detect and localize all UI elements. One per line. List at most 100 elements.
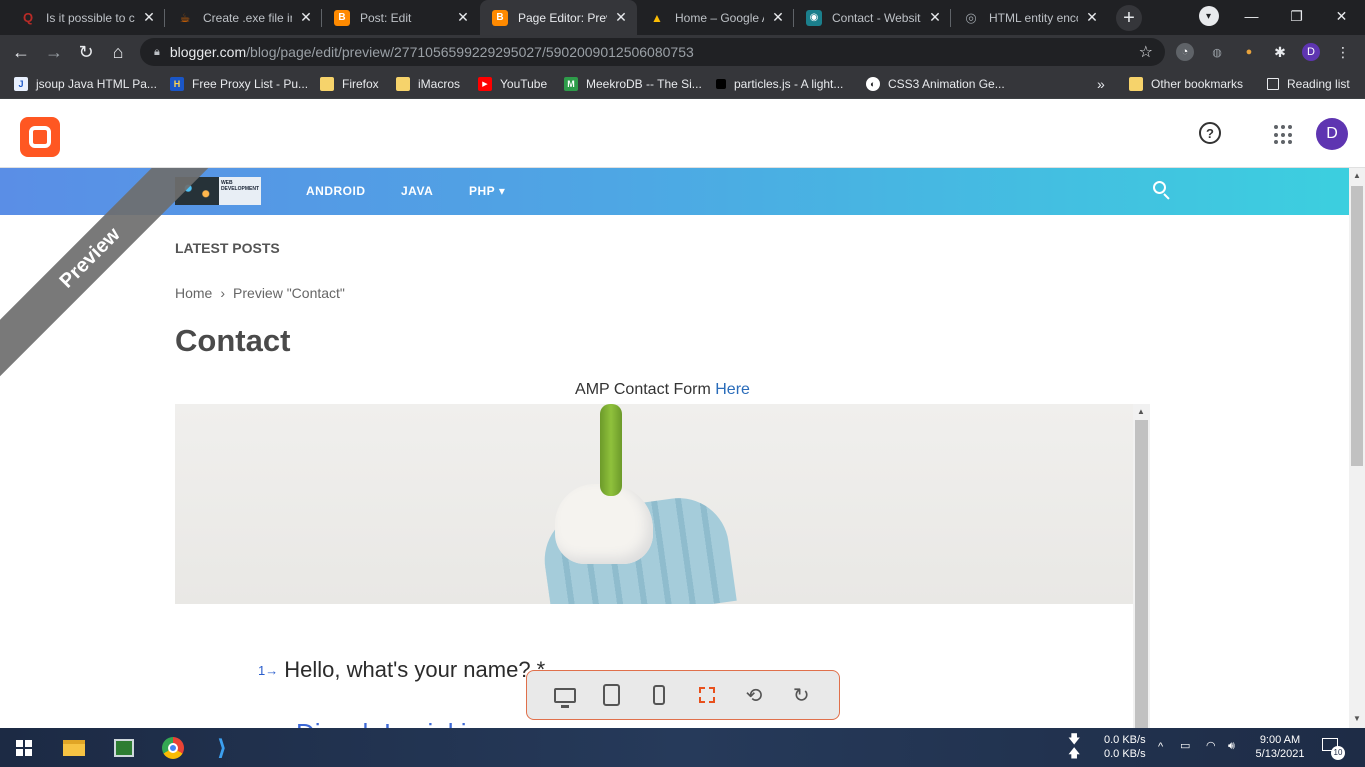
- bookmark-label: Free Proxy List - Pu...: [192, 77, 309, 91]
- embed-scroll-thumb[interactable]: [1135, 420, 1148, 728]
- browser-tab[interactable]: ◎ HTML entity enco ✕: [951, 0, 1108, 35]
- clock[interactable]: 9:00 AM 5/13/2021: [1250, 733, 1310, 761]
- windows-start-icon[interactable]: [12, 736, 36, 760]
- page-scroll-thumb[interactable]: [1351, 186, 1363, 466]
- browser-tab-active[interactable]: B Page Editor: Previ ✕: [480, 0, 637, 35]
- close-icon[interactable]: ✕: [613, 9, 629, 26]
- java-icon: ☕: [179, 10, 191, 25]
- back-button[interactable]: ←: [8, 39, 34, 65]
- bookmark-label: MeekroDB -- The Si...: [586, 77, 702, 91]
- address-bar[interactable]: 🔒︎ blogger.com/blog/page/edit/preview/27…: [140, 38, 1165, 66]
- chrome-icon[interactable]: [161, 736, 185, 760]
- minimize-button[interactable]: —: [1229, 0, 1274, 32]
- logo-text: WEB DEVELOPMENT: [218, 177, 261, 205]
- desktop-icon[interactable]: [552, 682, 578, 708]
- scroll-down-icon[interactable]: ▼: [1353, 714, 1361, 723]
- close-icon[interactable]: ✕: [298, 9, 314, 26]
- bookmark-item[interactable]: H Free Proxy List - Pu...: [170, 76, 308, 92]
- breadcrumb-current: Preview "Contact": [233, 285, 345, 301]
- tab-search-button[interactable]: ▾: [1186, 0, 1231, 32]
- bookmark-item[interactable]: Jjsoup Java HTML Pa...: [14, 76, 157, 92]
- blogger-logo[interactable]: [20, 117, 60, 157]
- vscode-icon[interactable]: ⟩: [210, 735, 234, 760]
- fullscreen-icon[interactable]: [694, 682, 720, 708]
- notification-icon[interactable]: 10: [1322, 738, 1345, 760]
- reload-icon[interactable]: ↻: [788, 682, 814, 708]
- close-icon[interactable]: ✕: [770, 9, 786, 26]
- task-manager-icon[interactable]: [112, 736, 136, 760]
- close-icon[interactable]: ✕: [927, 9, 943, 26]
- folder-icon: [396, 77, 410, 91]
- other-bookmarks-folder[interactable]: Other bookmarks: [1129, 76, 1243, 92]
- wifi-icon[interactable]: ◠: [1206, 739, 1216, 753]
- rotate-icon[interactable]: ⟲: [741, 682, 767, 708]
- tablet-icon[interactable]: [599, 682, 625, 708]
- page-scrollbar[interactable]: ▲ ▼: [1349, 168, 1365, 728]
- browser-tab[interactable]: ◉ Contact - Website ✕: [794, 0, 951, 35]
- extension-icon[interactable]: ◔: [1176, 43, 1194, 61]
- reading-list-icon: [1267, 78, 1279, 90]
- account-avatar[interactable]: D: [1316, 118, 1348, 150]
- volume-icon[interactable]: 🔊︎: [1228, 739, 1235, 753]
- new-tab-button[interactable]: +: [1116, 5, 1142, 31]
- puzzle-icon[interactable]: ✱: [1271, 43, 1289, 61]
- browser-tab[interactable]: Q Is it possible to cr ✕: [8, 0, 165, 35]
- mouse-extension-icon[interactable]: ◍: [1208, 43, 1226, 61]
- nav-java[interactable]: JAVA: [401, 184, 433, 198]
- cookie-icon[interactable]: ●: [1240, 43, 1258, 61]
- breadcrumb: Home › Preview "Contact": [175, 285, 345, 301]
- breadcrumb-home[interactable]: Home: [175, 285, 212, 301]
- page-title: Contact: [175, 323, 291, 358]
- latest-posts-label[interactable]: LATEST POSTS: [175, 240, 280, 256]
- embed-scrollbar[interactable]: ▲: [1133, 404, 1150, 728]
- bookmark-star-icon[interactable]: ☆: [1139, 42, 1153, 62]
- bookmark-folder[interactable]: iMacros: [396, 76, 460, 92]
- bookmark-label: iMacros: [418, 77, 461, 91]
- search-icon[interactable]: [1153, 181, 1171, 200]
- scroll-up-icon[interactable]: ▲: [1353, 171, 1361, 180]
- bookmarks-overflow-button[interactable]: »: [1097, 76, 1105, 92]
- nav-php[interactable]: PHP ▾: [469, 184, 505, 198]
- reading-list-button[interactable]: Reading list: [1267, 76, 1350, 92]
- scroll-up-icon[interactable]: ▲: [1137, 407, 1145, 416]
- profile-avatar[interactable]: D: [1302, 43, 1320, 61]
- amp-form-link[interactable]: Here: [715, 381, 750, 398]
- forward-button[interactable]: →: [41, 39, 67, 65]
- close-icon[interactable]: ✕: [455, 9, 471, 26]
- bookmark-item[interactable]: particles.js - A light...: [716, 76, 843, 92]
- name-input[interactable]: Dinesh Lanjaki: [296, 718, 467, 728]
- bookmark-label: Other bookmarks: [1151, 77, 1244, 91]
- bookmark-folder[interactable]: Firefox: [320, 76, 379, 92]
- chevron-up-icon[interactable]: ^: [1158, 740, 1163, 754]
- browser-tab[interactable]: ▲ Home – Google A ✕: [637, 0, 794, 35]
- phone-icon[interactable]: [646, 682, 672, 708]
- bookmark-item[interactable]: M MeekroDB -- The Si...: [564, 76, 702, 92]
- close-window-button[interactable]: ✕: [1319, 0, 1364, 32]
- caret-down-icon: ▾: [498, 184, 506, 198]
- battery-icon[interactable]: ▭: [1180, 739, 1190, 753]
- youtube-icon: ▶: [478, 77, 492, 91]
- home-button[interactable]: ⌂: [105, 39, 131, 65]
- nav-android[interactable]: ANDROID: [306, 184, 366, 198]
- help-icon[interactable]: ?: [1199, 122, 1221, 144]
- bookmark-item[interactable]: ▶ YouTube: [478, 76, 547, 92]
- browser-tab[interactable]: ☕ Create .exe file in ✕: [165, 0, 322, 35]
- flower-stem-shape: [600, 404, 622, 496]
- bookmark-label: Firefox: [342, 77, 379, 91]
- close-icon[interactable]: ✕: [141, 9, 157, 26]
- file-explorer-icon[interactable]: [62, 736, 86, 760]
- question-number: 1→: [258, 663, 278, 678]
- bookmark-item[interactable]: ◐ CSS3 Animation Ge...: [866, 76, 1005, 92]
- reload-button[interactable]: ↻: [73, 39, 99, 65]
- nav-php-label: PHP: [469, 184, 495, 198]
- restore-button[interactable]: ❐: [1274, 0, 1319, 32]
- bookmark-label: YouTube: [500, 77, 548, 91]
- menu-icon[interactable]: ⋮: [1334, 43, 1352, 61]
- apps-grid-icon[interactable]: [1274, 125, 1294, 145]
- tab-title: Home – Google A: [675, 10, 764, 25]
- globe-icon: ◎: [965, 9, 977, 25]
- browser-tab[interactable]: B Post: Edit ✕: [322, 0, 479, 35]
- close-icon[interactable]: ✕: [1084, 9, 1100, 26]
- network-speed-icon: 🡇 🡅: [1068, 732, 1081, 760]
- bookmark-label: CSS3 Animation Ge...: [888, 77, 1005, 91]
